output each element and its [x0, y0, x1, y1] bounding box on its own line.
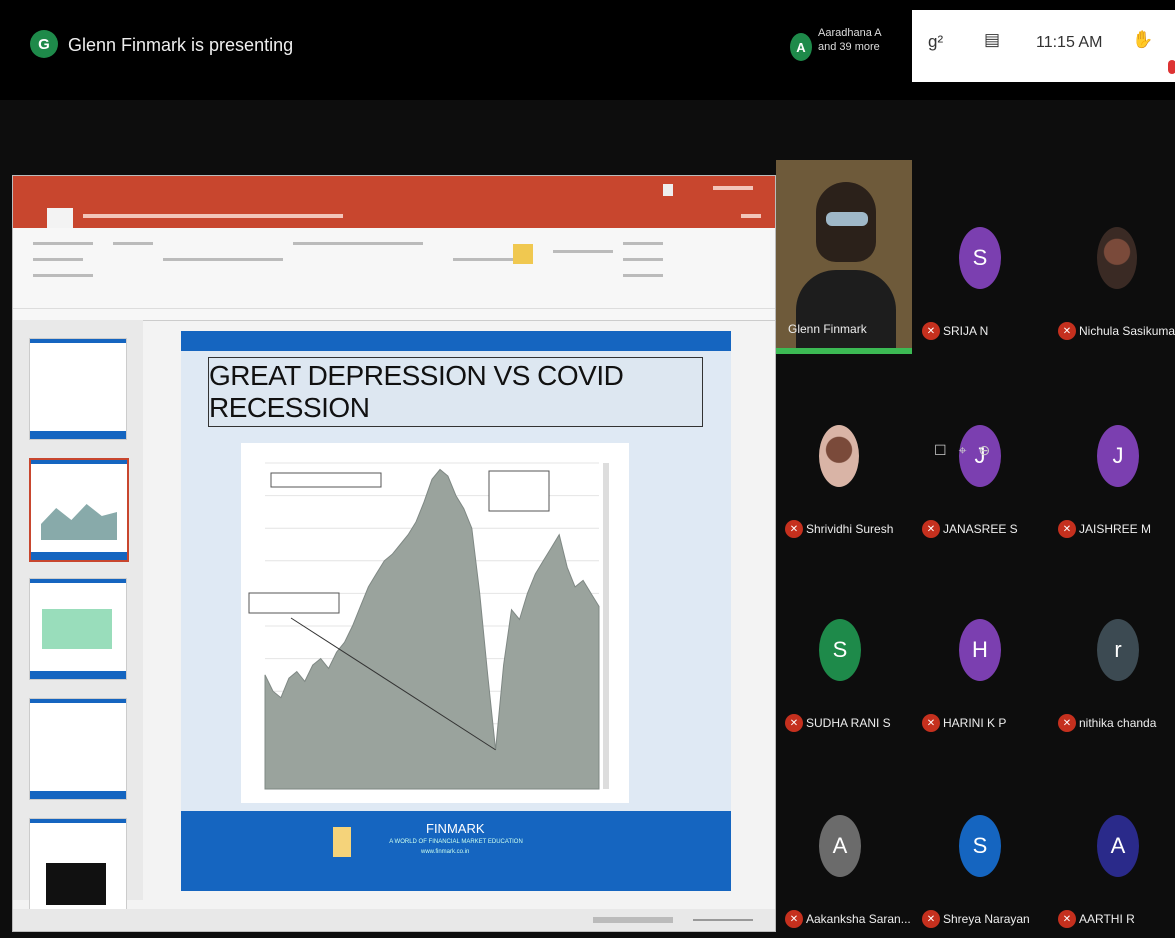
clock-time: 11:15 AM: [1036, 34, 1103, 51]
slide-thumbnail-4[interactable]: [29, 698, 127, 800]
chart-svg: [248, 462, 609, 790]
participant-name: Nichula Sasikumar: [1079, 324, 1175, 338]
chart-y-axis: [603, 463, 609, 789]
participant-name: Shrividhi Suresh: [806, 522, 894, 536]
notes-icon[interactable]: ▤: [984, 30, 1000, 50]
participants-avatar[interactable]: A: [790, 33, 812, 61]
participant-name: Aakanksha Saran...: [806, 912, 911, 926]
ribbon-tab-labels[interactable]: [83, 214, 343, 218]
mic-muted-icon: ✕: [785, 910, 803, 928]
ime-icon[interactable]: g²: [928, 32, 943, 52]
ppt-status-bar: [13, 909, 775, 931]
participants-line1: Aaradhana A: [818, 27, 882, 39]
share-button[interactable]: [741, 214, 761, 218]
view-controls[interactable]: [593, 917, 673, 923]
system-status-bar: g² ▤ 11:15 AM ✋: [912, 10, 1175, 82]
ppt-ribbon: [13, 228, 775, 321]
market-chart: [241, 443, 629, 803]
mic-muted-icon: ✕: [785, 714, 803, 732]
presenter-avatar: G: [30, 30, 58, 58]
slide-thumbnail-3[interactable]: [29, 578, 127, 680]
tab-home[interactable]: [47, 208, 73, 228]
participants-summary[interactable]: Aaradhana A and 39 more: [818, 26, 882, 54]
participant-avatar[interactable]: A: [1097, 815, 1139, 877]
ppt-titlebar: [13, 176, 775, 204]
pin-icon[interactable]: ☐: [934, 442, 947, 459]
mic-muted-icon: ✕: [1058, 520, 1076, 538]
mic-muted-icon: ✕: [922, 910, 940, 928]
raise-hand-icon[interactable]: ✋: [1132, 30, 1153, 50]
participant-avatar[interactable]: S: [959, 815, 1001, 877]
participant-avatar[interactable]: [819, 425, 859, 487]
slide-title: GREAT DEPRESSION VS COVID RECESSION: [209, 360, 624, 423]
ppt-account-icon[interactable]: [663, 184, 673, 196]
chart-annotation-box: [248, 592, 340, 614]
mic-muted-icon: ✕: [1058, 714, 1076, 732]
slide-top-band: [181, 331, 731, 351]
ppt-ribbon-tabs: [13, 204, 775, 228]
tile-hover-controls[interactable]: ☐ ⌖ ⊖: [934, 442, 990, 459]
tile-glenn-finmark-video[interactable]: [776, 160, 912, 354]
participant-avatar[interactable]: J: [1097, 425, 1139, 487]
presenter-glasses: [826, 212, 868, 226]
zoom-slider[interactable]: [693, 919, 753, 921]
participant-avatar[interactable]: S: [819, 619, 861, 681]
participant-avatar[interactable]: [1097, 227, 1137, 289]
ppt-window-controls[interactable]: [713, 186, 753, 190]
mute-icon[interactable]: ⌖: [959, 442, 967, 459]
current-slide: GREAT DEPRESSION VS COVID RECESSION FINM…: [181, 331, 731, 891]
slide-thumbnail-1[interactable]: [29, 338, 127, 440]
participant-avatar[interactable]: S: [959, 227, 1001, 289]
notification-dot: [1168, 60, 1175, 74]
mic-muted-icon: ✕: [922, 322, 940, 340]
participant-avatar[interactable]: A: [819, 815, 861, 877]
chart-annotation-box: [488, 470, 550, 512]
slide-title-box: GREAT DEPRESSION VS COVID RECESSION: [208, 357, 703, 427]
finmark-logo: [333, 827, 351, 857]
presenter-label: Glenn Finmark is presenting: [68, 35, 294, 55]
slide-footer: FINMARK A WORLD OF FINANCIAL MARKET EDUC…: [181, 811, 731, 891]
mic-muted-icon: ✕: [1058, 322, 1076, 340]
participant-avatar[interactable]: r: [1097, 619, 1139, 681]
mic-muted-icon: ✕: [922, 520, 940, 538]
slide-thumbnail-5[interactable]: [29, 818, 127, 920]
participant-name: SRIJA N: [943, 324, 989, 338]
participant-name: SUDHA RANI S: [806, 716, 891, 730]
participant-avatar[interactable]: H: [959, 619, 1001, 681]
slide-thumbnails: [13, 320, 143, 920]
chart-annotation-box: [270, 472, 382, 488]
participant-name: HARINI K P: [943, 716, 1007, 730]
footer-tagline: A WORLD OF FINANCIAL MARKET EDUCATION: [389, 839, 523, 845]
presenter-body: [796, 270, 896, 348]
footer-website: www.finmark.co.in: [421, 849, 470, 855]
chart-area-series: [264, 468, 600, 790]
mic-muted-icon: ✕: [785, 520, 803, 538]
participant-name: JANASREE S: [943, 522, 1018, 536]
participants-line2: and 39 more: [818, 41, 880, 53]
mic-muted-icon: ✕: [1058, 910, 1076, 928]
participant-name: AARTHI R: [1079, 912, 1135, 926]
active-speaker-bar: [776, 348, 912, 354]
shared-powerpoint-window: GREAT DEPRESSION VS COVID RECESSION FINM…: [12, 175, 776, 932]
footer-brand-name: FINMARK: [426, 821, 485, 836]
participant-name: Glenn Finmark: [788, 322, 867, 336]
participant-name: Shreya Narayan: [943, 912, 1030, 926]
slide-thumbnail-2[interactable]: [29, 458, 129, 562]
remove-icon[interactable]: ⊖: [978, 442, 990, 459]
participant-name: nithika chanda: [1079, 716, 1157, 730]
shapes-icon[interactable]: [513, 244, 533, 264]
participant-name: JAISHREE M: [1079, 522, 1152, 536]
mic-muted-icon: ✕: [922, 714, 940, 732]
